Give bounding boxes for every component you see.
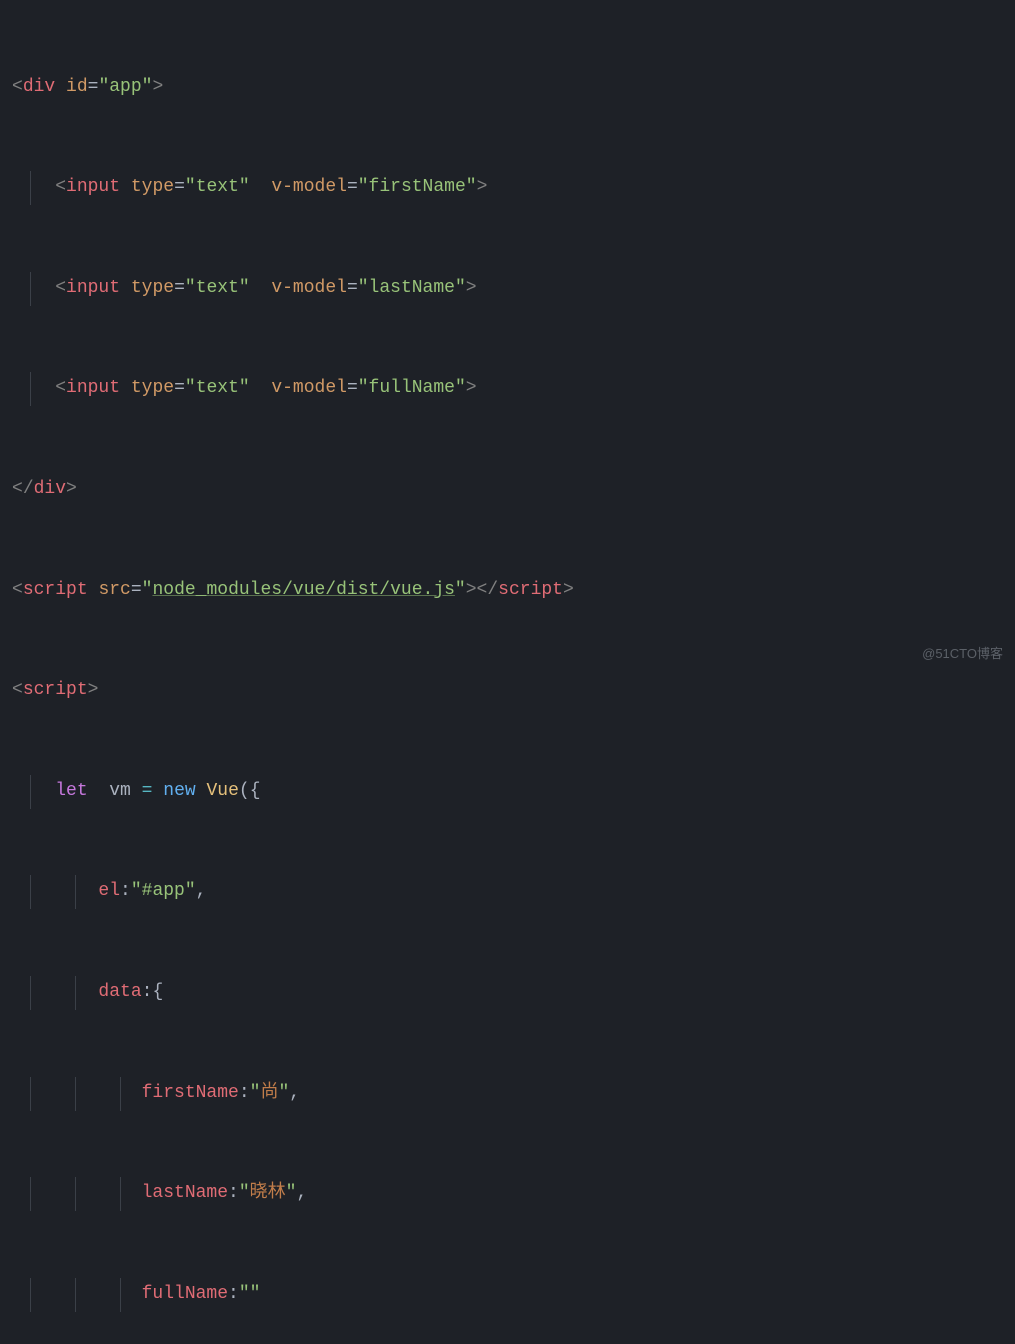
class-name: Vue	[207, 781, 239, 801]
angle-open: <	[12, 77, 23, 97]
code-line[interactable]: lastName:"晓林",	[0, 1177, 1015, 1211]
attr-value: "firstName"	[358, 177, 477, 197]
code-line[interactable]: </div>	[0, 473, 1015, 507]
tag-name: div	[23, 77, 55, 97]
property-name: data	[98, 982, 141, 1002]
watermark: @51CTO博客	[922, 642, 1003, 666]
attr-name: type	[131, 177, 174, 197]
keyword-new: new	[163, 781, 195, 801]
code-line[interactable]: <script src="node_modules/vue/dist/vue.j…	[0, 574, 1015, 608]
code-line[interactable]: <div id="app">	[0, 71, 1015, 105]
tag-name: input	[66, 177, 120, 197]
code-editor[interactable]: <div id="app"> <input type="text" v-mode…	[0, 0, 1015, 1344]
attr-value: "app"	[98, 77, 152, 97]
variable-name: vm	[109, 781, 131, 801]
keyword-let: let	[55, 781, 87, 801]
attr-name: id	[66, 77, 88, 97]
code-line[interactable]: <input type="text" v-model="firstName">	[0, 171, 1015, 205]
code-line[interactable]: data:{	[0, 976, 1015, 1010]
code-line[interactable]: el:"#app",	[0, 875, 1015, 909]
code-line[interactable]: <input type="text" v-model="fullName">	[0, 372, 1015, 406]
attr-name: v-model	[271, 177, 347, 197]
script-src-link[interactable]: node_modules/vue/dist/vue.js	[152, 580, 454, 600]
code-line[interactable]: fullName:""	[0, 1278, 1015, 1312]
code-line[interactable]: let vm = new Vue({	[0, 775, 1015, 809]
code-line[interactable]: <input type="text" v-model="lastName">	[0, 272, 1015, 306]
code-line[interactable]: <script>	[0, 674, 1015, 708]
code-line[interactable]: firstName:"尚",	[0, 1077, 1015, 1111]
property-name: el	[98, 881, 120, 901]
